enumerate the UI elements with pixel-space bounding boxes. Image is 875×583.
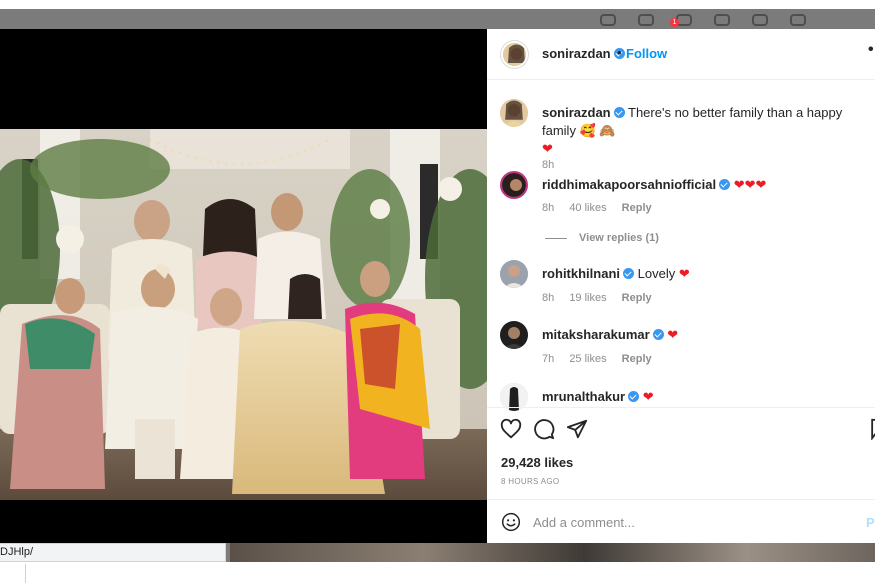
comment-hearts: ❤ [642, 389, 654, 404]
comment-input[interactable] [533, 512, 833, 532]
divider [25, 564, 26, 583]
action-bar [487, 407, 875, 451]
comment-username[interactable]: riddhimakapoorsahniofficial [542, 177, 716, 192]
likes-count[interactable]: 29,428 likes [501, 455, 573, 470]
reply-button[interactable]: Reply [622, 353, 652, 365]
family-photo-image [0, 129, 487, 500]
comment-meta: 8h 19 likes Reply [542, 292, 664, 304]
profile-icon [790, 14, 806, 26]
author-avatar[interactable] [501, 41, 528, 68]
more-options-icon[interactable]: • [868, 41, 874, 59]
caption-text-block: sonirazdan There's no better family than… [542, 104, 872, 158]
comment-hearts: ❤ [678, 266, 690, 281]
caption-username[interactable]: sonirazdan [542, 105, 611, 120]
comment-text-block: riddhimakapoorsahniofficial ❤❤❤ [542, 176, 872, 194]
post-photo[interactable] [0, 129, 487, 500]
caption-meta: 8h [542, 159, 566, 171]
comment-username[interactable]: mitaksharakumar [542, 327, 650, 342]
comments-list[interactable]: sonirazdan There's no better family than… [487, 81, 875, 436]
comment-likes[interactable]: 40 likes [569, 202, 606, 214]
caption-time: 8h [542, 159, 555, 171]
commenter-avatar[interactable] [500, 321, 528, 349]
post-side-panel: sonirazdan • Follow • sonirazdan There's… [487, 29, 875, 543]
caption-heart-emoji: ❤ [542, 141, 553, 156]
screen: 1 DJHlp/ sonirazdan • Follow • sonirazda… [0, 0, 875, 583]
comment-username[interactable]: mrunalthakur [542, 389, 625, 404]
comment-text-block: mitaksharakumar ❤ [542, 326, 872, 344]
commenter-avatar[interactable] [500, 260, 528, 288]
activity-icon [752, 14, 768, 26]
commenter-avatar-image [502, 173, 526, 197]
comment-meta: 8h 40 likes Reply [542, 202, 664, 214]
follow-button[interactable]: Follow [626, 46, 667, 61]
author-avatar[interactable] [500, 99, 528, 127]
verified-badge-icon [623, 268, 634, 279]
author-username: sonirazdan [542, 46, 611, 61]
verified-badge-icon [719, 179, 731, 190]
comment-time: 8h [542, 202, 555, 214]
heart-outline-icon[interactable] [500, 418, 522, 440]
background-nav-icons [600, 14, 806, 26]
notification-badge: 1 [670, 18, 679, 27]
background-thumbnails [230, 543, 875, 562]
commenter-avatar-image [500, 260, 528, 288]
browser-top-strip [0, 0, 875, 9]
messenger-icon [638, 14, 654, 26]
comment-bubble-icon[interactable] [533, 418, 555, 440]
comment-time: 8h [542, 292, 555, 304]
verified-badge-icon [613, 107, 625, 118]
comment-meta: 7h 25 likes Reply [542, 353, 664, 365]
home-icon [600, 14, 616, 26]
comment-hearts: ❤ [667, 327, 679, 342]
comment-text: Lovely [637, 266, 676, 281]
commenter-avatar[interactable] [500, 171, 528, 199]
browser-bottom-strip [0, 562, 875, 583]
verified-badge-icon [652, 329, 664, 340]
post-media-area[interactable] [0, 29, 487, 543]
comment-username[interactable]: rohitkhilnani [542, 266, 620, 281]
smiley-icon[interactable] [501, 512, 521, 532]
explore-icon [714, 14, 730, 26]
author-avatar-image [500, 99, 528, 127]
post-comment-button[interactable]: Post [866, 515, 875, 530]
comment-hearts: ❤❤❤ [733, 177, 767, 192]
author-username-link[interactable]: sonirazdan [542, 46, 625, 61]
separator-dot: • [617, 45, 622, 60]
comment-time: 7h [542, 353, 555, 365]
author-avatar-image [503, 43, 526, 66]
status-bar-url: DJHlp/ [0, 543, 226, 562]
post-timestamp: 8 HOURS AGO [501, 477, 560, 486]
reply-button[interactable]: Reply [622, 292, 652, 304]
comment-text-block: mrunalthakur ❤ [542, 388, 872, 406]
comment-text-block: rohitkhilnani Lovely ❤ [542, 265, 872, 283]
commenter-avatar-image [500, 321, 528, 349]
caption-emoji: 🥰 🙈 [579, 123, 616, 138]
view-replies-button[interactable]: View replies (1) [545, 232, 659, 244]
bookmark-icon[interactable] [869, 418, 875, 440]
reply-button[interactable]: Reply [622, 202, 652, 214]
comment-likes[interactable]: 25 likes [569, 353, 606, 365]
add-comment-bar: Post [487, 499, 875, 543]
paper-plane-icon[interactable] [566, 418, 588, 440]
verified-badge-icon [628, 391, 640, 402]
post-header: sonirazdan • Follow • [487, 29, 875, 80]
comment-likes[interactable]: 19 likes [569, 292, 606, 304]
